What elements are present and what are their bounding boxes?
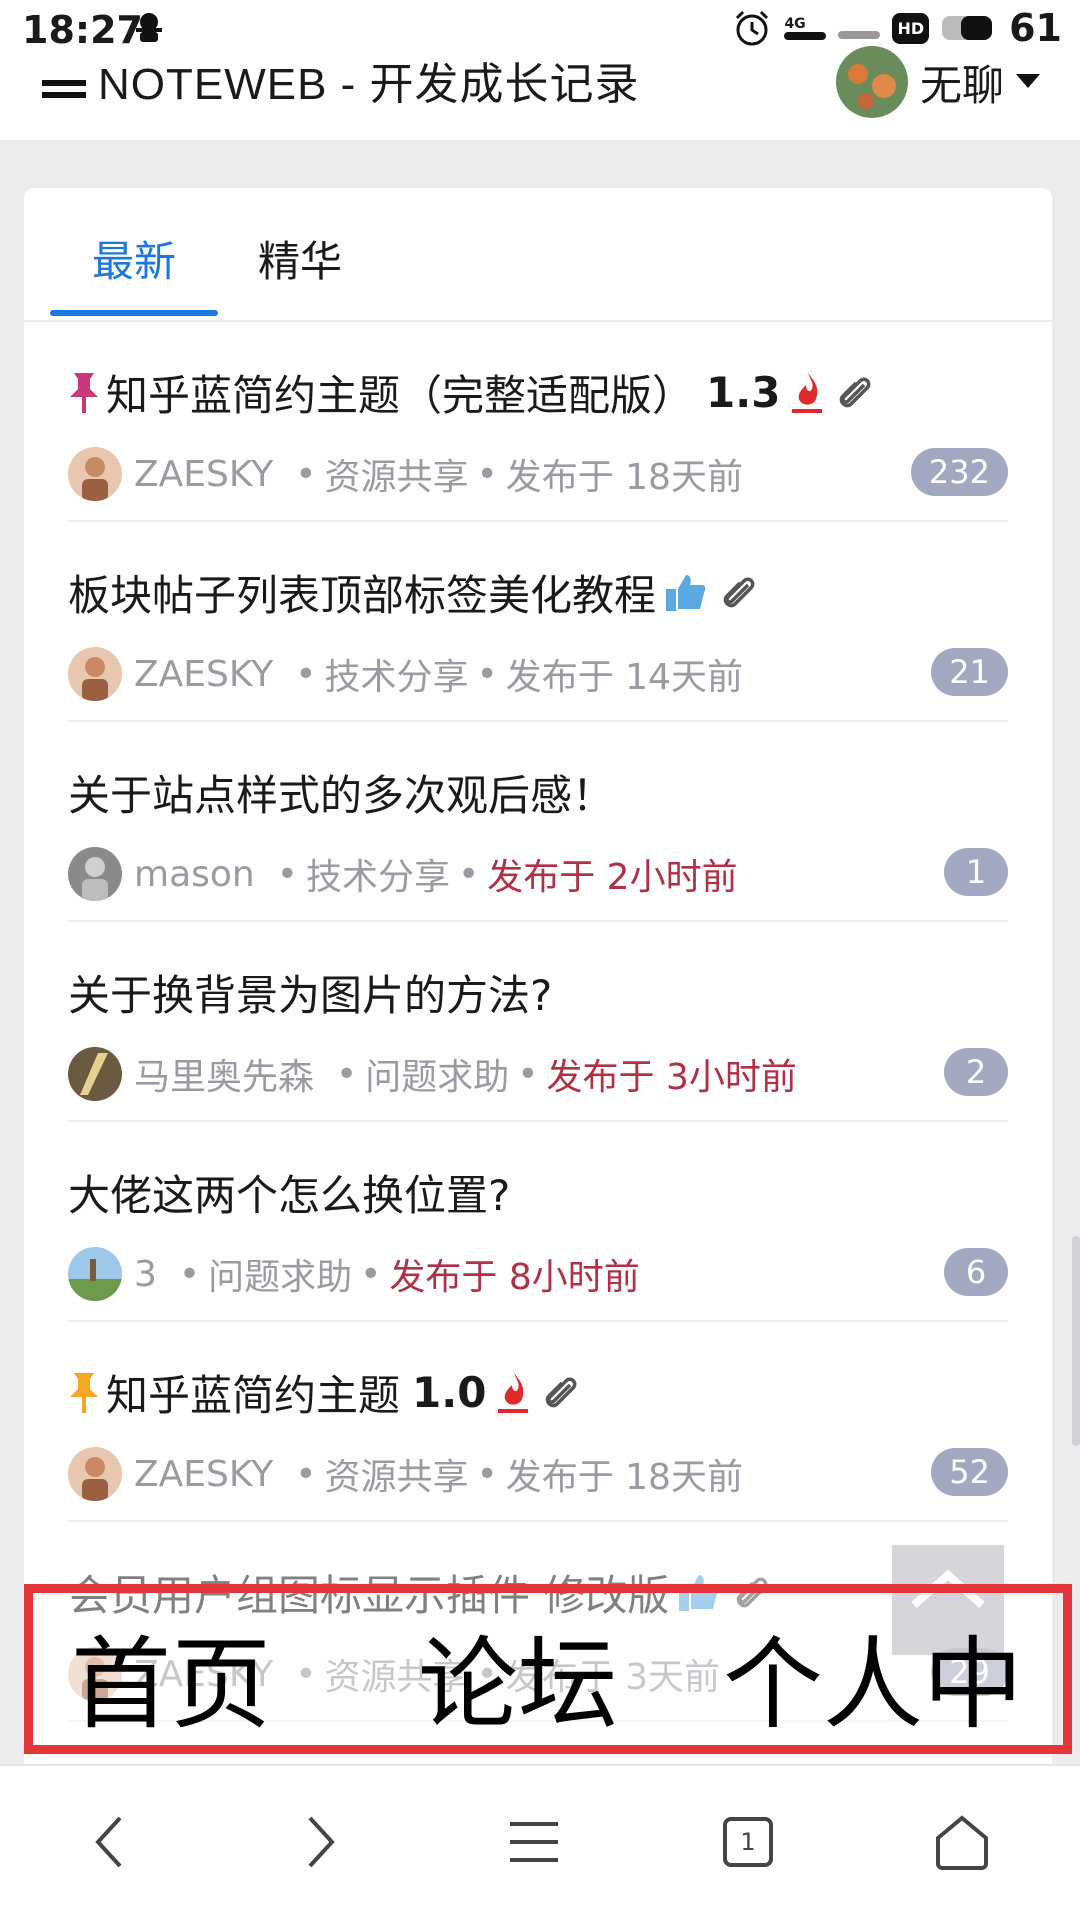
site-title[interactable]: NOTEWEB - 开发成长记录 [42, 48, 640, 112]
reply-count-badge: 6 [944, 1248, 1008, 1296]
pin-icon [70, 1372, 98, 1413]
publish-time: 发布于 14天前 [505, 657, 743, 698]
reply-count-badge: 1 [944, 848, 1008, 896]
nav-forum[interactable]: 论坛 [418, 1603, 618, 1748]
topic-row[interactable]: 关于换背景为图片的方法? 马里奥先森 • 问题求助 • 发布于 3小时前 2 [68, 920, 1008, 1122]
tab-latest[interactable]: 最新 [92, 228, 176, 289]
bottom-nav-overlay: 首页 论坛 个人中心 [24, 1584, 1072, 1888]
topic-row[interactable]: 知乎蓝简约主题（完整适配版） 1.3 ZAESKY • 资源共享 • 发布于 18天… [68, 320, 1008, 522]
topic-title[interactable]: 板块帖子列表顶部标签美化教程 [68, 562, 656, 623]
author-name[interactable]: mason [134, 854, 255, 895]
tab-count-box: 1 [723, 1817, 773, 1867]
avatar[interactable] [68, 1447, 122, 1501]
active-tab-indicator [50, 310, 218, 316]
author-name[interactable]: ZAESKY [134, 1454, 273, 1495]
attachment-icon [723, 577, 755, 607]
attachment-icon [546, 1377, 577, 1407]
network-indicator: 4G [784, 16, 827, 40]
battery-level: 61 [1009, 6, 1062, 50]
pin-icon [70, 372, 98, 413]
attachment-icon [840, 377, 871, 407]
topic-title[interactable]: 关于换背景为图片的方法? [68, 962, 552, 1023]
signal-indicator [838, 31, 881, 39]
publish-time: 发布于 2小时前 [487, 857, 738, 898]
reply-count-badge: 21 [931, 648, 1008, 696]
author-name[interactable]: ZAESKY [134, 654, 273, 695]
category[interactable]: 技术分享 [306, 848, 450, 900]
scrollbar[interactable] [1072, 1236, 1080, 1446]
category[interactable]: 资源共享 [324, 448, 468, 500]
topic-title[interactable]: 知乎蓝简约主题 [106, 1362, 400, 1423]
username[interactable]: 无聊 [920, 52, 1004, 113]
topic-version: 1.3 [706, 368, 781, 417]
hd-badge: HD [892, 12, 930, 44]
status-icons: 4G HD 61 [732, 6, 1062, 50]
topic-title[interactable]: 关于站点样式的多次观后感！ [68, 762, 614, 823]
topic-version: 1.0 [412, 1368, 487, 1417]
alarm-icon [736, 10, 769, 46]
avatar[interactable] [68, 647, 122, 701]
tabs-button[interactable]: 1 [716, 1810, 780, 1874]
topic-row[interactable]: 关于站点样式的多次观后感！ mason • 技术分享 • 发布于 2小时前 1 [68, 720, 1008, 922]
tab-count: 1 [740, 1828, 756, 1856]
reply-count-badge: 2 [944, 1048, 1008, 1096]
category[interactable]: 技术分享 [324, 648, 468, 700]
chevron-down-icon[interactable] [1016, 74, 1040, 90]
avatar[interactable] [68, 1047, 122, 1101]
tab-featured[interactable]: 精华 [258, 228, 342, 289]
publish-time: 发布于 18天前 [505, 457, 743, 498]
chevron-left-icon [95, 1816, 122, 1868]
author-name[interactable]: 3 [134, 1254, 157, 1295]
topic-row[interactable]: 知乎蓝简约主题 1.0 ZAESKY • 资源共享 • 发布于 18天前 52 [68, 1320, 1008, 1522]
forward-button[interactable] [288, 1810, 352, 1874]
topic-title[interactable]: 大佬这两个怎么换位置? [68, 1162, 510, 1223]
status-time: 18:27 [22, 8, 143, 52]
battery-icon [942, 16, 993, 40]
thumbs-up-icon [666, 574, 706, 611]
topic-title[interactable]: 知乎蓝简约主题（完整适配版） [106, 362, 694, 423]
back-button[interactable] [78, 1810, 142, 1874]
topic-row[interactable]: 大佬这两个怎么换位置? 3 • 问题求助 • 发布于 8小时前 6 [68, 1120, 1008, 1322]
hamburger-icon [510, 1822, 558, 1862]
category[interactable]: 问题求助 [208, 1248, 352, 1300]
category[interactable]: 问题求助 [365, 1048, 509, 1100]
user-avatar[interactable] [835, 46, 908, 118]
home-button[interactable] [930, 1810, 994, 1874]
top-bar: 18:27 4G HD 61 NOTEWEB - 开发成长记录 无聊 [0, 0, 1080, 140]
avatar[interactable] [68, 447, 122, 501]
menu-icon[interactable] [42, 72, 86, 102]
publish-time: 发布于 18天前 [505, 1457, 743, 1498]
reply-count-badge: 232 [910, 448, 1008, 496]
chevron-right-icon [308, 1816, 335, 1868]
reply-count-badge: 52 [931, 1448, 1008, 1496]
fire-icon [498, 1372, 529, 1413]
nav-home[interactable]: 首页 [71, 1603, 271, 1748]
browser-toolbar: 1 [0, 1764, 1080, 1922]
publish-time: 发布于 3小时前 [546, 1057, 797, 1098]
publish-time: 发布于 8小时前 [389, 1257, 640, 1298]
topic-row[interactable]: 板块帖子列表顶部标签美化教程 ZAESKY • 技术分享 • 发布于 14天前 21 [68, 520, 1008, 722]
category[interactable]: 资源共享 [324, 1448, 468, 1500]
home-icon [936, 1815, 988, 1870]
fire-icon [792, 372, 823, 413]
author-name[interactable]: ZAESKY [134, 454, 273, 495]
network-type: 4G [784, 16, 806, 32]
user-menu[interactable]: 无聊 [835, 46, 1040, 118]
menu-button[interactable] [502, 1810, 566, 1874]
author-name[interactable]: 马里奥先森 [134, 1048, 314, 1100]
site-title-text: NOTEWEB - 开发成长记录 [98, 60, 640, 109]
incognito-icon [136, 13, 162, 42]
avatar[interactable] [68, 1247, 122, 1301]
tab-bar: 最新 精华 [24, 188, 1052, 322]
avatar[interactable] [68, 847, 122, 901]
